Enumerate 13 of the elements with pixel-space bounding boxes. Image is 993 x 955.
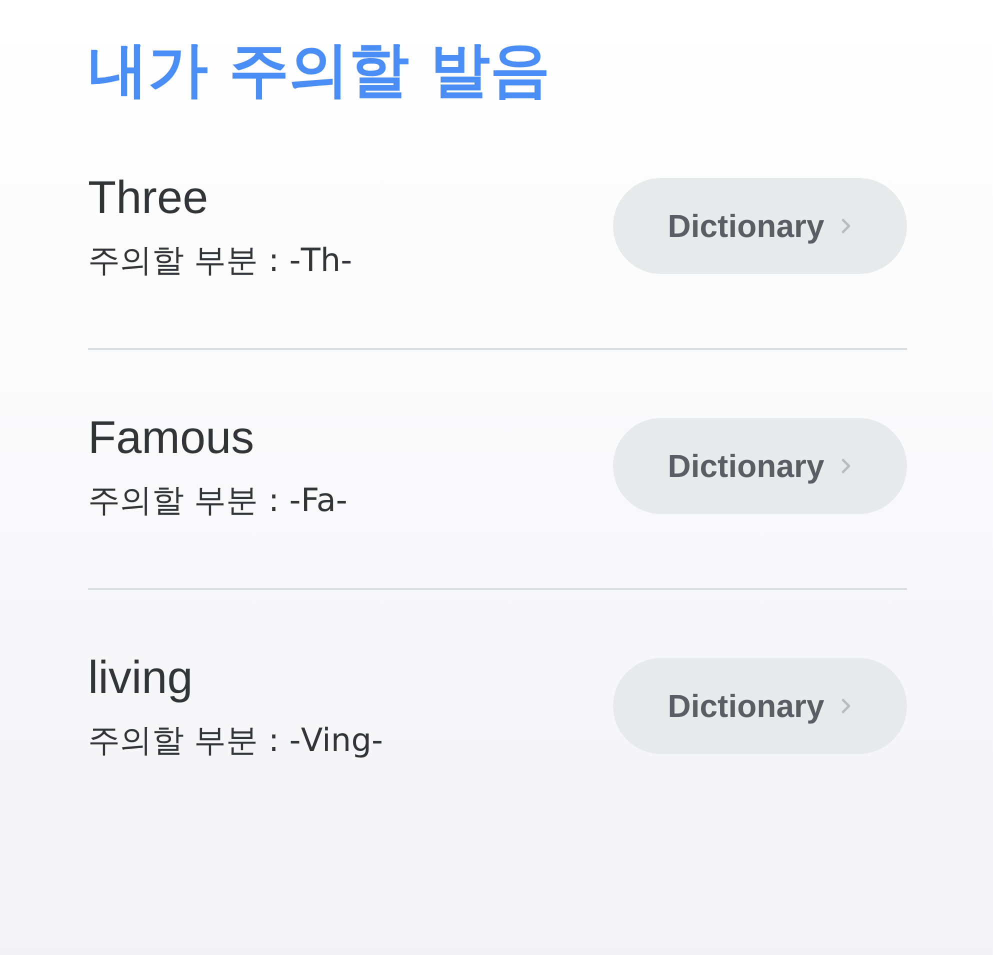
dictionary-button[interactable]: Dictionary <box>613 658 907 754</box>
pronunciation-note: 주의할 부분 : -Ving- <box>88 720 384 761</box>
chevron-icon <box>840 457 852 475</box>
page-title: 내가 주의할 발음 <box>88 34 551 107</box>
pronunciation-note: 주의할 부분 : -Fa- <box>88 480 348 521</box>
chevron-icon <box>840 697 852 715</box>
word-text: Three <box>88 170 210 224</box>
chevron-icon <box>840 217 852 235</box>
pronunciation-note: 주의할 부분 : -Th- <box>88 240 352 281</box>
word-text: living <box>88 650 194 704</box>
dictionary-button[interactable]: Dictionary <box>613 418 907 514</box>
dictionary-button[interactable]: Dictionary <box>613 178 907 274</box>
word-text: Famous <box>88 410 256 464</box>
